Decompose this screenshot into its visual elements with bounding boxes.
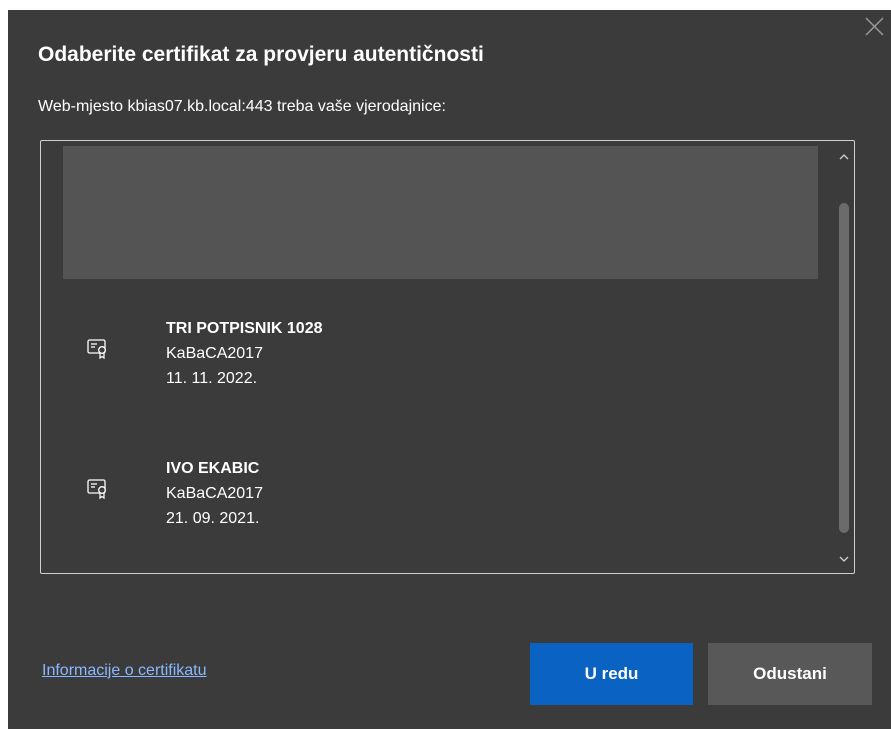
chevron-down-icon [839,556,849,562]
certificate-item[interactable]: IVO EKABIC KaBaCA2017 21. 09. 2021. [63,456,818,566]
scroll-up-button[interactable] [834,147,854,167]
selected-certificate-item[interactable] [63,146,818,279]
certificate-list[interactable]: TRI POTPISNIK 1028 KaBaCA2017 11. 11. 20… [40,140,855,574]
close-icon [865,17,884,36]
certificate-name: IVO EKABIC [166,460,260,477]
certificate-issuer: KaBaCA2017 [166,345,263,362]
chevron-up-icon [839,154,849,160]
scroll-down-button[interactable] [834,549,854,569]
ok-button[interactable]: U redu [530,643,693,705]
certificate-icon [87,479,106,500]
dialog-title: Odaberite certifikat za provjeru autenti… [38,43,484,66]
certificate-info-link[interactable]: Informacije o certifikatu [42,662,207,680]
dialog-subtitle: Web-mjesto kbias07.kb.local:443 treba va… [38,98,446,115]
scroll-thumb[interactable] [839,203,849,533]
close-button[interactable] [859,12,889,42]
certificate-dialog: Odaberite certifikat za provjeru autenti… [8,10,891,729]
vertical-scrollbar[interactable] [834,141,854,573]
certificate-issuer: KaBaCA2017 [166,485,263,502]
certificate-date: 11. 11. 2022. [166,370,258,387]
certificate-item[interactable]: TRI POTPISNIK 1028 KaBaCA2017 11. 11. 20… [63,316,818,426]
certificate-name: TRI POTPISNIK 1028 [166,320,323,337]
cancel-button[interactable]: Odustani [708,643,872,705]
certificate-icon [87,339,106,360]
certificate-date: 21. 09. 2021. [166,510,260,527]
